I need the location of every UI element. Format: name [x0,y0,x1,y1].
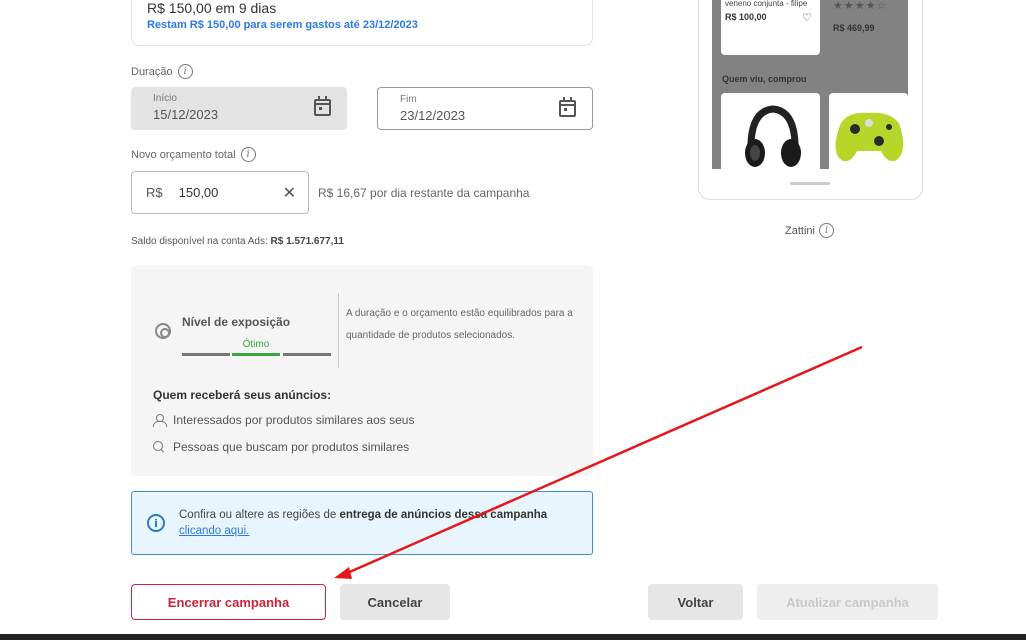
taskbar-strip [0,634,1026,640]
annotation-arrow [334,345,863,579]
